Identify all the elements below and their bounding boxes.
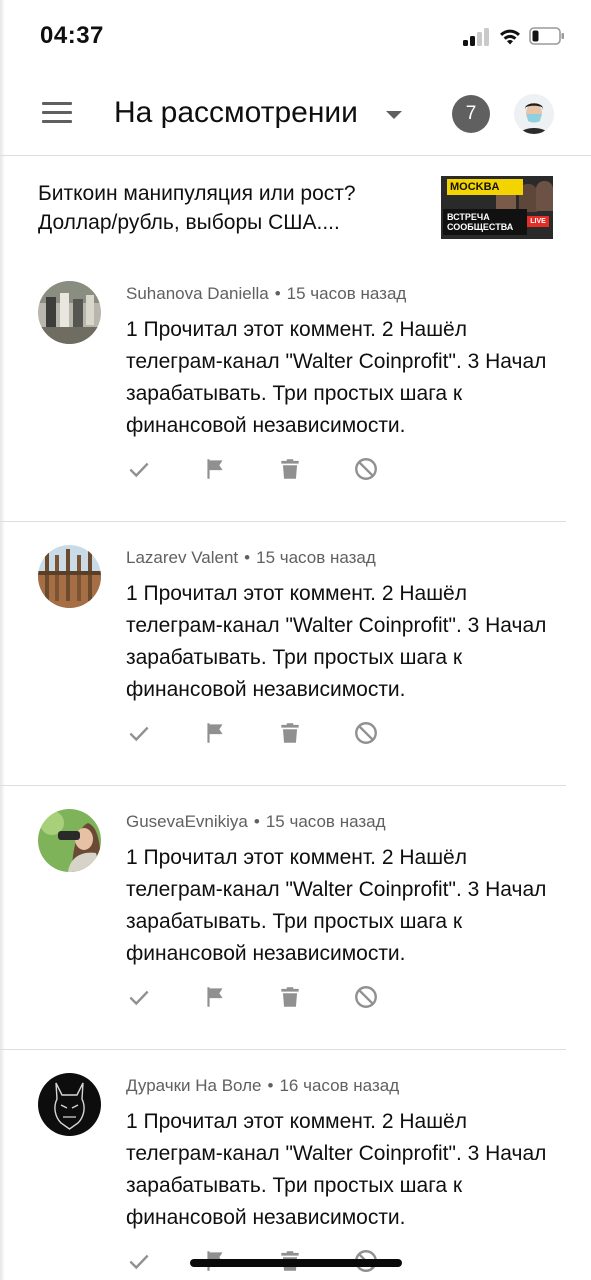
wifi-icon [500, 29, 520, 45]
comment-item: Lazarev Valent • 15 часов назад 1 Прочитал… [0, 522, 566, 786]
comment-text: 1 Прочитал этот коммент. 2 Нашёл телегра… [126, 582, 547, 701]
app-bar: На рассмотрении 7 [0, 72, 591, 156]
status-bar: 04:37 [0, 0, 591, 72]
comment-time: 15 часов назад [265, 812, 386, 831]
flag-icon[interactable] [202, 720, 228, 746]
commenter-avatar[interactable] [38, 281, 101, 344]
flag-icon[interactable] [202, 984, 228, 1010]
status-time: 04:37 [40, 22, 104, 49]
comment-author[interactable]: Suhanova Daniella [126, 284, 269, 303]
count-badge[interactable]: 7 [452, 95, 490, 133]
comment-text: 1 Прочитал этот коммент. 2 Нашёл телегра… [126, 1110, 547, 1229]
comment-actions [126, 456, 386, 488]
check-icon[interactable] [126, 720, 152, 746]
caret-down-icon[interactable] [385, 110, 403, 120]
meta-separator: • [274, 284, 281, 303]
comment-meta: Дурачки На Воле • 16 часов назад [126, 1076, 399, 1096]
comment-item: GusevaEvnikiya • 15 часов назад 1 Прочитал… [0, 786, 566, 1050]
comment-time: 15 часов назад [286, 284, 407, 303]
commenter-avatar[interactable] [38, 545, 101, 608]
video-title[interactable]: Биткоин манипуляция или рост? Доллар/руб… [38, 179, 418, 237]
block-icon[interactable] [353, 720, 379, 746]
comment-author[interactable]: Lazarev Valent [126, 548, 238, 567]
flag-icon[interactable] [202, 456, 228, 482]
block-icon[interactable] [353, 456, 379, 482]
check-icon[interactable] [126, 984, 152, 1010]
video-thumbnail[interactable]: MOCKBA ВСТРЕЧА СООБЩЕСТВА LIVE [441, 176, 553, 239]
video-header[interactable]: Биткоин манипуляция или рост? Доллар/руб… [0, 157, 591, 257]
thumbnail-logo: MOCKBA [447, 179, 523, 195]
comment-meta: Lazarev Valent • 15 часов назад [126, 548, 376, 568]
comment-meta: Suhanova Daniella • 15 часов назад [126, 284, 406, 304]
page-title[interactable]: На рассмотрении [114, 96, 358, 130]
block-icon[interactable] [353, 984, 379, 1010]
comment-text: 1 Прочитал этот коммент. 2 Нашёл телегра… [126, 318, 547, 437]
comment-author[interactable]: Дурачки На Воле [126, 1076, 262, 1095]
meta-separator: • [253, 812, 260, 831]
meta-separator: • [267, 1076, 274, 1095]
home-indicator[interactable] [190, 1259, 402, 1267]
trash-icon[interactable] [277, 456, 303, 482]
account-avatar[interactable] [514, 94, 554, 134]
check-icon[interactable] [126, 1248, 152, 1274]
comment-item: Дурачки На Воле • 16 часов назад 1 Прочита… [0, 1050, 566, 1280]
comment-time: 16 часов назад [279, 1076, 400, 1095]
comment-meta: GusevaEvnikiya • 15 часов назад [126, 812, 386, 832]
live-badge: LIVE [527, 216, 549, 227]
trash-icon[interactable] [277, 720, 303, 746]
comment-actions [126, 720, 386, 752]
cellular-signal-icon [463, 28, 491, 46]
comment-actions [126, 984, 386, 1016]
comment-text: 1 Прочитал этот коммент. 2 Нашёл телегра… [126, 846, 547, 965]
comment-author[interactable]: GusevaEvnikiya [126, 812, 248, 831]
battery-icon [529, 27, 564, 45]
commenter-avatar[interactable] [38, 1073, 101, 1136]
menu-icon[interactable] [42, 102, 72, 124]
check-icon[interactable] [126, 456, 152, 482]
thumbnail-caption: ВСТРЕЧА СООБЩЕСТВА [447, 212, 514, 232]
trash-icon[interactable] [277, 984, 303, 1010]
meta-separator: • [244, 548, 251, 567]
commenter-avatar[interactable] [38, 809, 101, 872]
comment-time: 15 часов назад [256, 548, 376, 567]
comment-item: Suhanova Daniella • 15 часов назад 1 Прочи… [0, 258, 566, 522]
